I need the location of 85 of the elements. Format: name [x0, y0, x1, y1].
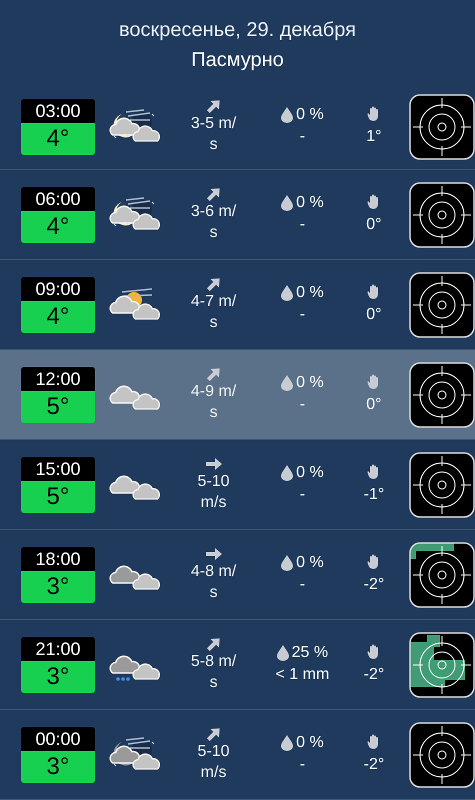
feels-like-text: -2°	[364, 665, 384, 685]
radar-icon[interactable]	[409, 182, 475, 248]
hand-icon	[366, 194, 381, 209]
rain-amount-text: -	[300, 575, 306, 595]
rain-amount-text: -	[300, 395, 306, 415]
time-label: 21:00	[21, 636, 95, 660]
feels-like-text: 0°	[366, 395, 382, 415]
drop-icon	[281, 284, 294, 300]
temperature-label: 5°	[21, 480, 95, 512]
wind-speed-text: 4-7 m/	[190, 292, 236, 312]
time-label: 06:00	[21, 186, 95, 210]
wind-speed-text: 3-6 m/	[190, 202, 236, 222]
temperature-label: 4°	[21, 122, 95, 154]
time-label: 03:00	[21, 98, 95, 122]
wind-speed-text: 5-10	[198, 472, 230, 492]
date-title: воскресенье, 29. декабря	[119, 18, 356, 43]
rain-chance-text: 0 %	[296, 283, 324, 303]
radar-icon[interactable]	[409, 452, 475, 518]
time-label: 18:00	[21, 546, 95, 570]
radar-icon[interactable]	[409, 94, 475, 160]
radar-icon[interactable]	[409, 542, 475, 608]
wind-arrow-icon	[204, 456, 223, 470]
hand-icon	[366, 284, 381, 299]
wind-speed-text: 4-8 m/	[190, 562, 236, 582]
temperature-label: 4°	[21, 300, 95, 332]
wind-speed-text: 5-10	[198, 742, 230, 762]
rain-chance-text: 25 %	[292, 643, 328, 663]
hand-icon	[366, 106, 381, 121]
radar-icon[interactable]	[409, 362, 475, 428]
temperature-label: 3°	[21, 750, 95, 782]
drop-icon	[276, 644, 289, 660]
forecast-row[interactable]: 12:00 5° 4-9 m/ s 0 % - 0°	[0, 350, 475, 440]
feels-like-text: 0°	[366, 305, 382, 325]
rain-amount-text: < 1 mm	[275, 665, 330, 685]
rain-chance-text: 0 %	[296, 105, 324, 125]
wind-speed-text: s	[210, 134, 218, 154]
wind-speed-text: s	[210, 402, 218, 422]
drop-icon	[281, 374, 294, 390]
drop-icon	[281, 464, 294, 480]
hand-icon	[366, 644, 381, 659]
rain-chance-text: 0 %	[296, 193, 324, 213]
feels-like-text: -2°	[364, 755, 384, 775]
radar-icon[interactable]	[409, 632, 475, 698]
wind-speed-text: m/s	[200, 762, 226, 782]
rain-chance-text: 0 %	[296, 553, 324, 573]
hand-icon	[366, 734, 381, 749]
time-label: 09:00	[21, 276, 95, 300]
rain-chance-text: 0 %	[296, 463, 324, 483]
hand-icon	[366, 464, 381, 479]
rain-amount-text: -	[300, 755, 306, 775]
rain-amount-text: -	[300, 485, 306, 505]
wind-speed-text: 5-8 m/	[190, 652, 236, 672]
time-label: 12:00	[21, 366, 95, 390]
rain-amount-text: -	[300, 215, 306, 235]
radar-icon[interactable]	[409, 722, 475, 788]
temperature-label: 5°	[21, 390, 95, 422]
wind-speed-text: 4-9 m/	[190, 382, 236, 402]
hand-icon	[366, 374, 381, 389]
rain-amount-text: -	[300, 305, 306, 325]
wind-speed-text: s	[210, 312, 218, 332]
temperature-label: 3°	[21, 570, 95, 602]
feels-like-text: 1°	[366, 127, 382, 147]
temperature-label: 3°	[21, 660, 95, 692]
wind-arrow-icon	[204, 546, 223, 560]
wind-speed-text: s	[210, 582, 218, 602]
feels-like-text: -2°	[364, 575, 384, 595]
time-label: 15:00	[21, 456, 95, 480]
temperature-label: 4°	[21, 210, 95, 242]
drop-icon	[281, 194, 294, 210]
feels-like-text: 0°	[366, 215, 382, 235]
wind-speed-text: m/s	[200, 492, 226, 512]
rain-chance-text: 0 %	[296, 733, 324, 753]
rain-chance-text: 0 %	[296, 373, 324, 393]
time-label: 00:00	[21, 726, 95, 750]
wind-speed-text: s	[210, 672, 218, 692]
rain-amount-text: -	[300, 127, 306, 147]
drop-icon	[281, 554, 294, 570]
wind-speed-text: 3-5 m/	[190, 114, 236, 134]
drop-icon	[281, 106, 294, 122]
drop-icon	[281, 734, 294, 750]
feels-like-text: -1°	[364, 485, 384, 505]
hand-icon	[366, 554, 381, 569]
radar-icon[interactable]	[409, 272, 475, 338]
wind-speed-text: s	[210, 222, 218, 242]
condition-title: Пасмурно	[191, 48, 284, 73]
